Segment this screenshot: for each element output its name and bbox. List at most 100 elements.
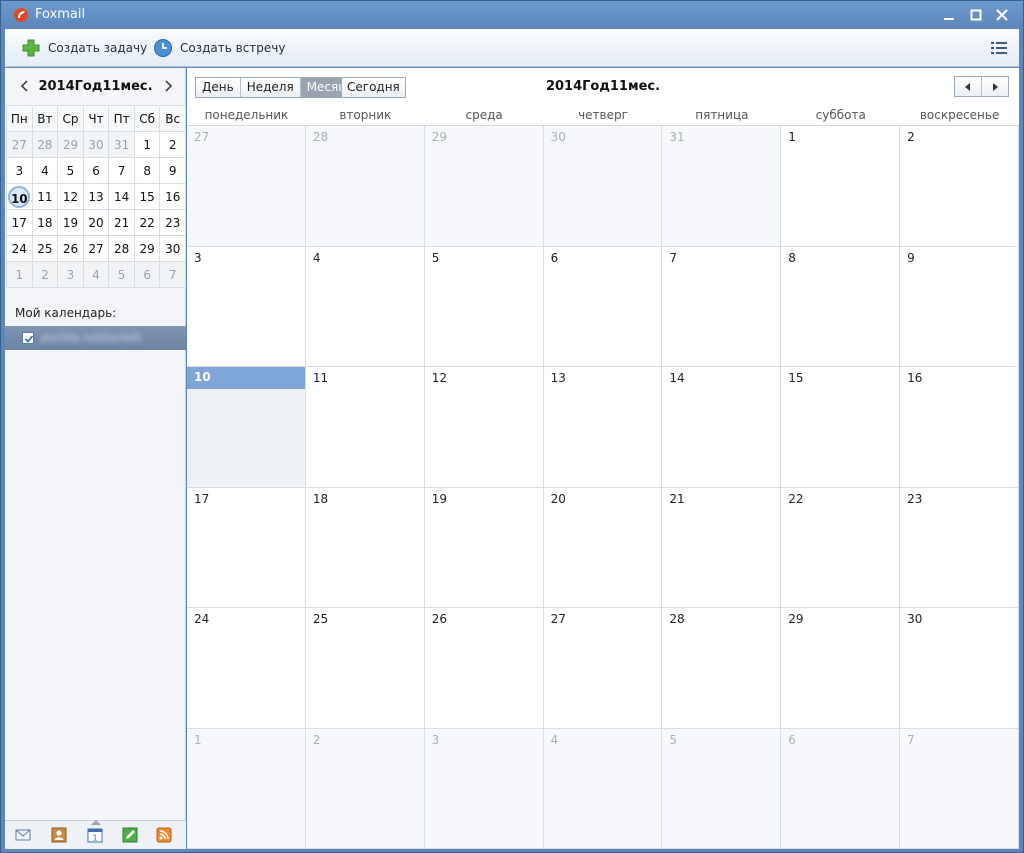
- day-cell[interactable]: 29: [424, 126, 544, 247]
- close-button[interactable]: [991, 5, 1013, 25]
- mini-day-cell[interactable]: 27: [6, 131, 33, 158]
- calendar-list-item[interactable]: pochta.ru(blurred): [5, 326, 186, 350]
- mini-day-cell[interactable]: 14: [108, 183, 135, 210]
- minimize-button[interactable]: [938, 5, 960, 25]
- mini-day-cell[interactable]: 2: [159, 131, 186, 158]
- next-month-button[interactable]: [982, 77, 1008, 96]
- day-cell[interactable]: 6: [543, 246, 663, 367]
- mail-icon[interactable]: [15, 827, 31, 843]
- mini-day-cell[interactable]: 23: [159, 209, 186, 236]
- mini-day-cell[interactable]: 10: [6, 183, 33, 210]
- notes-icon[interactable]: [122, 827, 138, 843]
- mini-day-cell[interactable]: 29: [133, 235, 161, 262]
- mini-day-cell[interactable]: 27: [82, 235, 110, 262]
- day-cell[interactable]: 21: [662, 487, 782, 608]
- contacts-icon[interactable]: [51, 827, 67, 843]
- mini-day-cell[interactable]: 3: [6, 157, 33, 184]
- rss-icon[interactable]: [156, 827, 172, 843]
- day-cell[interactable]: 6: [781, 728, 901, 849]
- mini-day-cell[interactable]: 31: [108, 131, 135, 158]
- day-cell[interactable]: 25: [305, 608, 425, 729]
- day-cell[interactable]: 2: [900, 126, 1019, 247]
- new-meeting-button[interactable]: Создать встречу: [153, 36, 285, 60]
- day-cell[interactable]: 26: [424, 608, 544, 729]
- mini-day-cell[interactable]: 6: [82, 157, 110, 184]
- day-cell[interactable]: 5: [662, 728, 782, 849]
- mini-day-cell[interactable]: 25: [31, 235, 59, 262]
- mini-day-cell[interactable]: 28: [108, 235, 135, 262]
- calendar-checkbox[interactable]: [22, 332, 34, 344]
- mini-day-cell[interactable]: 29: [57, 131, 84, 158]
- mini-day-cell[interactable]: 28: [31, 131, 59, 158]
- day-cell[interactable]: 9: [900, 246, 1019, 367]
- mini-day-cell[interactable]: 17: [6, 209, 33, 236]
- day-cell[interactable]: 28: [662, 608, 782, 729]
- day-cell[interactable]: 1: [781, 126, 901, 247]
- mini-day-cell[interactable]: 13: [82, 183, 110, 210]
- mini-day-cell[interactable]: 30: [159, 235, 186, 262]
- day-cell[interactable]: 28: [305, 126, 425, 247]
- mini-day-cell[interactable]: 8: [133, 157, 161, 184]
- day-cell[interactable]: 17: [187, 487, 306, 608]
- day-cell[interactable]: 5: [424, 246, 544, 367]
- day-cell[interactable]: 4: [543, 728, 663, 849]
- day-cell[interactable]: 27: [543, 608, 663, 729]
- day-cell[interactable]: 20: [543, 487, 663, 608]
- day-cell[interactable]: 7: [662, 246, 782, 367]
- day-cell[interactable]: 2: [305, 728, 425, 849]
- day-cell[interactable]: 27: [187, 126, 306, 247]
- day-cell[interactable]: 30: [900, 608, 1019, 729]
- mini-day-cell[interactable]: 20: [82, 209, 110, 236]
- today-cell[interactable]: 10: [187, 367, 306, 488]
- day-cell[interactable]: 16: [900, 367, 1019, 488]
- day-cell[interactable]: 19: [424, 487, 544, 608]
- day-cell[interactable]: 8: [781, 246, 901, 367]
- mini-day-cell[interactable]: 19: [57, 209, 84, 236]
- mini-day-cell[interactable]: 15: [133, 183, 161, 210]
- day-cell[interactable]: 31: [662, 126, 782, 247]
- mini-next-month-button[interactable]: [160, 78, 176, 94]
- day-cell[interactable]: 3: [424, 728, 544, 849]
- maximize-button[interactable]: [965, 5, 987, 25]
- day-cell[interactable]: 23: [900, 487, 1019, 608]
- mini-day-cell[interactable]: 4: [31, 157, 59, 184]
- day-cell[interactable]: 22: [781, 487, 901, 608]
- day-cell[interactable]: 18: [305, 487, 425, 608]
- new-task-button[interactable]: Создать задачу: [21, 36, 147, 60]
- day-cell[interactable]: 3: [187, 246, 306, 367]
- mini-day-cell[interactable]: 7: [159, 261, 186, 288]
- calendar-icon[interactable]: 1: [87, 827, 103, 843]
- day-cell[interactable]: 12: [424, 367, 544, 488]
- day-cell[interactable]: 7: [900, 728, 1019, 849]
- mini-day-cell[interactable]: 1: [6, 261, 33, 288]
- mini-day-cell[interactable]: 9: [159, 157, 186, 184]
- day-cell[interactable]: 11: [305, 367, 425, 488]
- day-cell[interactable]: 29: [781, 608, 901, 729]
- mini-day-cell[interactable]: 5: [57, 157, 84, 184]
- mini-day-cell[interactable]: 2: [31, 261, 59, 288]
- mini-day-cell[interactable]: 22: [133, 209, 161, 236]
- mini-day-cell[interactable]: 6: [133, 261, 161, 288]
- mini-day-cell[interactable]: 12: [57, 183, 84, 210]
- day-cell[interactable]: 1: [187, 728, 306, 849]
- mini-day-cell[interactable]: 5: [108, 261, 135, 288]
- mini-day-cell[interactable]: 3: [57, 261, 84, 288]
- mini-day-cell[interactable]: 18: [31, 209, 59, 236]
- day-cell[interactable]: 14: [662, 367, 782, 488]
- mini-day-cell[interactable]: 16: [159, 183, 186, 210]
- mini-day-cell[interactable]: 1: [133, 131, 161, 158]
- mini-day-cell[interactable]: 11: [31, 183, 59, 210]
- mini-day-cell[interactable]: 24: [6, 235, 33, 262]
- mini-day-cell[interactable]: 21: [108, 209, 135, 236]
- day-cell[interactable]: 30: [543, 126, 663, 247]
- list-menu-icon[interactable]: [991, 40, 1007, 56]
- prev-month-button[interactable]: [955, 77, 982, 96]
- mini-day-cell[interactable]: 30: [82, 131, 110, 158]
- day-cell[interactable]: 13: [543, 367, 663, 488]
- mini-day-cell[interactable]: 7: [108, 157, 135, 184]
- mini-day-cell[interactable]: 26: [57, 235, 84, 262]
- day-cell[interactable]: 24: [187, 608, 306, 729]
- day-cell[interactable]: 4: [305, 246, 425, 367]
- mini-day-cell[interactable]: 4: [82, 261, 110, 288]
- day-cell[interactable]: 15: [781, 367, 901, 488]
